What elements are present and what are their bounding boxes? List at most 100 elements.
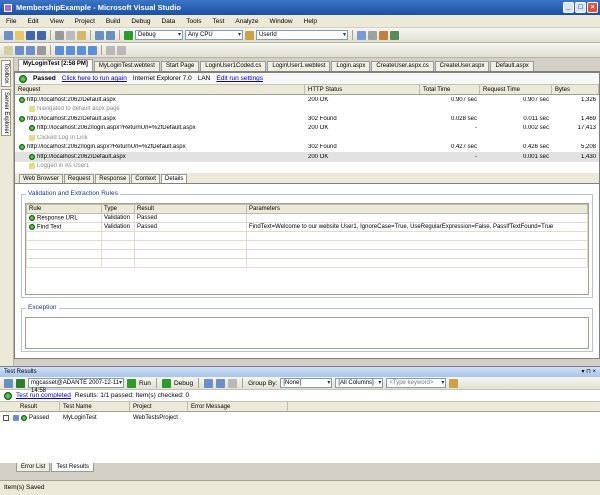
text-icon[interactable] [4,45,13,55]
col-bytes[interactable]: Bytes [552,85,599,94]
col-result[interactable]: Result [0,402,60,411]
tab-request[interactable]: Request [63,174,95,183]
test-result-row[interactable]: Passed MyLoginTest WebTestsProject [0,412,600,423]
tab-test-results[interactable]: Test Results [51,463,95,472]
tab-start-page[interactable]: Start Page [160,61,200,71]
close-button[interactable]: × [587,2,598,13]
tab-response[interactable]: Response [95,174,131,183]
col-request[interactable]: Request [15,85,305,94]
tab-loginuser1coded[interactable]: LoginUser1Coded.cs [200,61,267,71]
menu-analyze[interactable]: Analyze [235,18,258,25]
save-icon[interactable] [26,30,35,40]
debug-button[interactable]: Debug [174,380,193,387]
col-parameters[interactable]: Parameters [246,204,588,214]
next-bookmark-icon[interactable] [77,45,86,55]
request-row[interactable]: http://localhost:2062/Default.aspx 302 Fo… [15,114,599,124]
menu-test[interactable]: Test [212,18,224,25]
test-checkbox[interactable] [3,414,9,421]
debug-icon[interactable] [161,378,171,388]
filter-icon[interactable] [228,378,238,388]
tab-context[interactable]: Context [131,174,160,183]
clear-bookmarks-icon[interactable] [88,45,97,55]
request-row[interactable]: http://localhost:2062/login.aspx?ReturnU… [15,124,599,134]
request-row[interactable]: Navigated to default aspx page [15,105,599,115]
validation-row[interactable]: Find Text Validation Passed FindText=Wel… [26,222,588,232]
tab-login-aspx[interactable]: Login.aspx [331,61,371,71]
tab-details[interactable]: Details [160,174,188,183]
tab-default-aspx[interactable]: Default.aspx [490,61,534,71]
tab-mylogintest-result[interactable]: MyLoginTest [2:58 PM] [18,59,93,71]
undo-icon[interactable] [95,30,104,40]
comment-icon[interactable] [37,45,46,55]
col-rule[interactable]: Rule [26,204,102,214]
tab-createuser-aspx[interactable]: CreateUser.aspx [434,61,490,71]
search-icon[interactable] [449,378,459,388]
menu-tools[interactable]: Tools [186,18,201,25]
refresh-icon[interactable] [16,378,25,388]
import-icon[interactable] [204,378,214,388]
tab-mylogintest-webtest[interactable]: MyLoginTest.webtest [93,61,160,71]
cut-icon[interactable] [55,30,64,40]
tab-web-browser[interactable]: Web Browser [19,174,63,183]
toolbox-tab[interactable]: Toolbox [1,60,11,87]
col-error-message[interactable]: Error Message [188,402,288,411]
col-project[interactable]: Project [130,402,188,411]
indent-icon[interactable] [15,45,24,55]
format-icon[interactable] [106,45,115,55]
menu-file[interactable]: File [6,18,16,25]
col-request-time[interactable]: Request Time [480,85,552,94]
col-result[interactable]: Result [134,204,247,214]
align-icon[interactable] [117,45,126,55]
close-icon[interactable]: ▾ ⊓ × [581,367,596,377]
menu-build[interactable]: Build [106,18,120,25]
platform-select[interactable]: Any CPU [185,30,243,40]
request-row[interactable]: Logged in As User1 [15,162,599,172]
server-explorer-tab[interactable]: Server Explorer [1,88,11,137]
edit-run-settings-link[interactable]: Edit run settings [216,75,263,82]
request-row[interactable]: Clicked Log In Link [15,133,599,143]
columns-select[interactable]: [All Columns] [335,378,384,388]
new-project-icon[interactable] [4,30,13,40]
menu-window[interactable]: Window [270,18,293,25]
save-all-icon[interactable] [37,30,46,40]
col-test-name[interactable]: Test Name [60,402,130,411]
tab-loginuser1-webtest[interactable]: LoginUser1.webtest [267,61,331,71]
bookmark-icon[interactable] [55,45,64,55]
find-in-files-icon[interactable] [245,30,254,40]
prev-bookmark-icon[interactable] [66,45,75,55]
open-file-icon[interactable] [15,30,24,40]
copy-icon[interactable] [66,30,75,40]
run-button[interactable]: Run [139,380,151,387]
menu-help[interactable]: Help [304,18,317,25]
request-row[interactable]: http://localhost:2062/Default.aspx 200 OK… [15,95,599,105]
col-http-status[interactable]: HTTP Status [305,85,420,94]
maximize-button[interactable]: □ [575,2,586,13]
request-row[interactable]: http://localhost:2062/login.aspx?ReturnU… [15,143,599,153]
solution-explorer-icon[interactable] [357,30,366,40]
export-icon[interactable] [216,378,226,388]
properties-icon[interactable] [368,30,377,40]
configuration-select[interactable]: Debug [135,30,183,40]
col-total-time[interactable]: Total Time [420,85,480,94]
toolbox-icon[interactable] [379,30,388,40]
find-combo[interactable]: UserId [256,30,348,40]
outdent-icon[interactable] [26,45,35,55]
test-run-select[interactable]: mgcasset@ADANTE 2007-12-11 14:58 [28,378,124,394]
menu-debug[interactable]: Debug [131,18,150,25]
object-browser-icon[interactable] [390,30,399,40]
keyword-input[interactable]: <Type keyword> [386,378,447,388]
tab-error-list[interactable]: Error List [16,463,51,472]
menu-project[interactable]: Project [75,18,95,25]
request-row[interactable]: http://localhost:2062/Default.aspx 200 OK… [15,152,599,162]
menu-edit[interactable]: Edit [27,18,38,25]
run-icon[interactable] [127,378,136,388]
start-debug-icon[interactable] [124,30,133,40]
paste-icon[interactable] [77,30,86,40]
minimize-button[interactable]: _ [563,2,574,13]
redo-icon[interactable] [106,30,115,40]
col-type[interactable]: Type [101,204,135,214]
group-by-select[interactable]: [None] [280,378,333,388]
run-again-link[interactable]: Click here to run again [62,75,127,82]
tab-createuser-aspx-cs[interactable]: CreateUser.aspx.cs [371,61,434,71]
menu-view[interactable]: View [50,18,64,25]
